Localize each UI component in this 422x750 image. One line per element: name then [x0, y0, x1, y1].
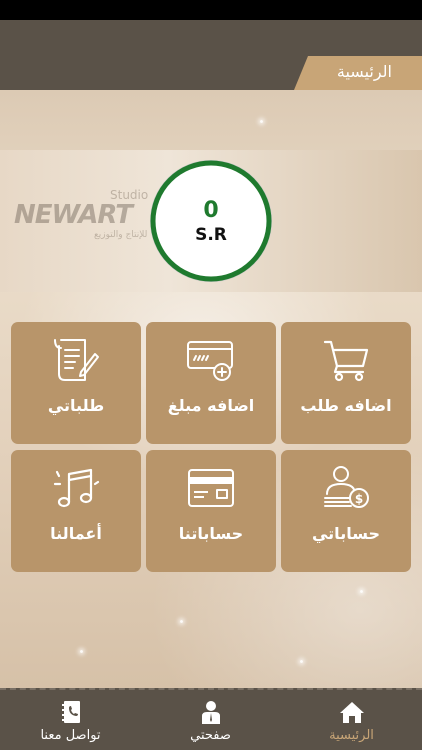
bottom-nav: الرئيسية صفحتي تواصل معنا	[0, 688, 422, 750]
document-pen-icon	[54, 339, 99, 381]
balance-currency: S.R	[195, 224, 227, 245]
contact-book-icon	[62, 701, 80, 723]
balance-display: 0 S.R	[150, 160, 272, 282]
tile-label: اضافه طلب	[300, 396, 392, 415]
cart-icon	[323, 340, 369, 382]
status-bar	[0, 0, 422, 20]
tile-label: اضافه مبلغ	[167, 396, 255, 415]
balance-value: 0	[203, 197, 219, 223]
action-grid: اضافه طلب اضافه مبلغ طلباتي $ حساباتي حس…	[11, 322, 411, 572]
nav-profile[interactable]: صفحتي	[140, 690, 281, 750]
our-works-button[interactable]: أعمالنا	[11, 450, 141, 572]
home-icon	[340, 702, 364, 723]
nav-label: صفحتي	[190, 728, 231, 743]
nav-label: الرئيسية	[329, 728, 374, 743]
nav-home[interactable]: الرئيسية	[281, 690, 422, 750]
my-orders-button[interactable]: طلباتي	[11, 322, 141, 444]
studio-logo: Studio NEWART للإنتاج والتوزيع	[14, 188, 149, 240]
add-amount-button[interactable]: اضافه مبلغ	[146, 322, 276, 444]
tile-label: حساباتي	[311, 524, 381, 543]
our-accounts-button[interactable]: حساباتنا	[146, 450, 276, 572]
page-title: الرئيسية	[336, 62, 392, 81]
credit-card-icon	[188, 469, 234, 507]
page-title-tab: الرئيسية	[294, 56, 422, 90]
nav-label: تواصل معنا	[40, 728, 101, 743]
tile-label: أعمالنا	[50, 524, 102, 543]
user-money-icon: $	[324, 466, 369, 508]
add-order-button[interactable]: اضافه طلب	[281, 322, 411, 444]
nav-contact[interactable]: تواصل معنا	[0, 690, 141, 750]
music-notes-icon	[53, 468, 100, 508]
my-accounts-button[interactable]: $ حساباتي	[281, 450, 411, 572]
tile-label: طلباتي	[47, 396, 105, 415]
card-add-icon	[187, 341, 233, 381]
person-icon	[202, 701, 220, 724]
svg-text:$: $	[355, 492, 363, 506]
tile-label: حساباتنا	[178, 524, 244, 543]
